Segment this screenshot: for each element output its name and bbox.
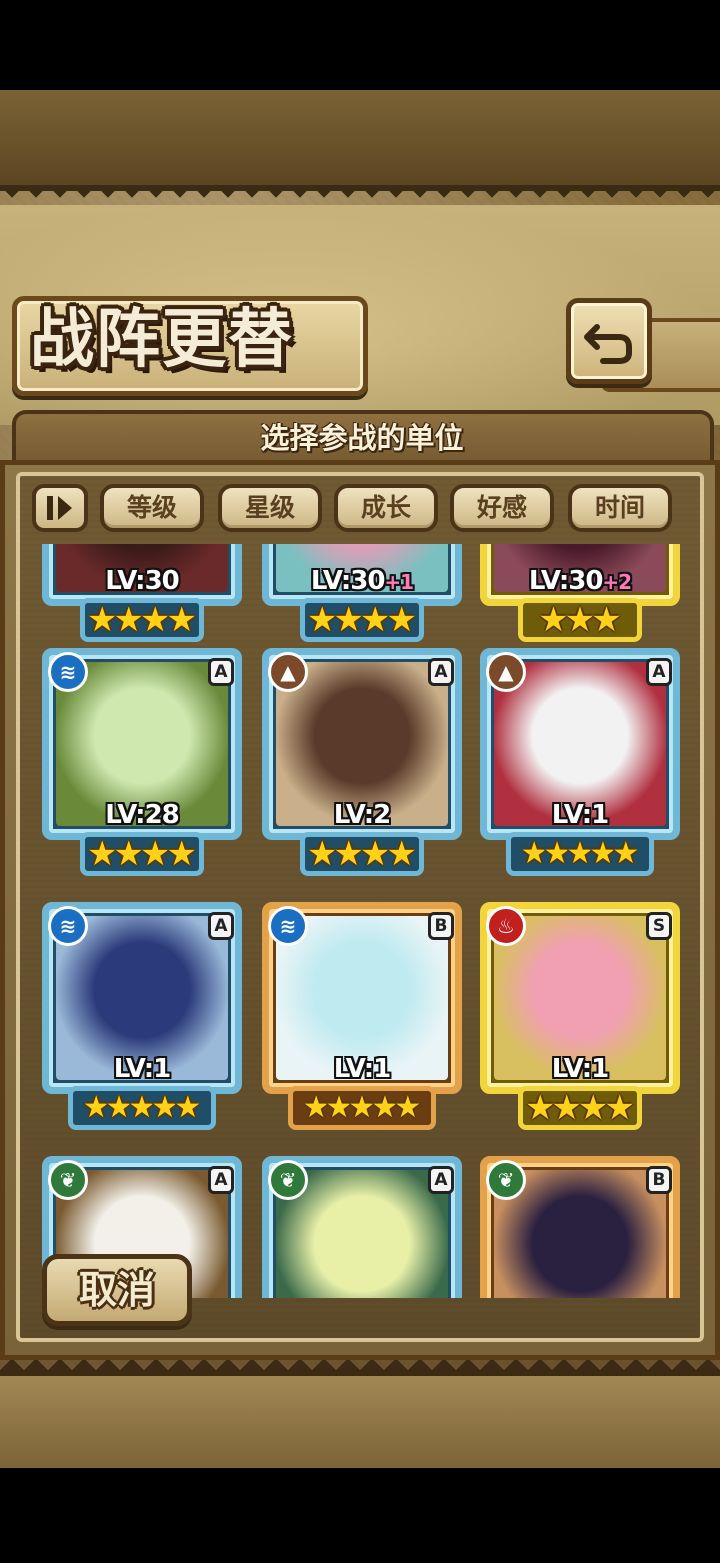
status-bar <box>0 0 720 90</box>
navigation-bar <box>0 1468 720 1563</box>
top-band <box>0 90 720 191</box>
star-rating: ★ ★ ★ ★ <box>518 1086 642 1130</box>
sort-button-growth[interactable]: 成长 <box>334 484 438 532</box>
rank-badge: B <box>428 912 454 940</box>
unit-card[interactable]: ❦ B <box>480 1156 680 1298</box>
star-icon: ★ <box>174 1090 202 1125</box>
sort-button-stars[interactable]: 星级 <box>218 484 322 532</box>
star-icon: ★ <box>386 600 417 640</box>
unit-level-bonus: +1 <box>384 570 414 594</box>
unit-level-text: LV:1 <box>551 1054 609 1084</box>
unit-level: LV:30 <box>42 566 242 596</box>
water-wave-icon: ≋ <box>48 906 88 946</box>
unit-card[interactable]: ❦ A <box>262 1156 462 1298</box>
sort-order-icon <box>47 496 72 520</box>
unit-card[interactable]: LV:30 ★ ★ ★ ★ <box>42 544 242 648</box>
sort-button-time[interactable]: 时间 <box>568 484 672 532</box>
rank-badge: A <box>208 658 234 686</box>
unit-card[interactable]: ♨ S LV:1 ★ ★ ★ ★ <box>480 902 680 1136</box>
subtitle: 选择参战的单位 <box>260 421 464 455</box>
unit-level: LV:1 <box>480 1054 680 1084</box>
unit-level-text: LV:1 <box>333 1054 391 1084</box>
star-icon: ★ <box>612 836 640 871</box>
unit-level: LV:30+2 <box>480 566 680 597</box>
star-icon: ★ <box>386 834 417 874</box>
star-icon: ★ <box>166 600 197 640</box>
sort-button-affection[interactable]: 好感 <box>450 484 554 532</box>
flame-icon: ♨ <box>486 906 526 946</box>
unit-level: LV:2 <box>262 800 462 830</box>
star-icon: ★ <box>591 600 622 640</box>
water-wave-icon: ≋ <box>48 652 88 692</box>
sort-button-level[interactable]: 等级 <box>100 484 204 532</box>
back-button[interactable] <box>566 298 652 384</box>
sort-order-toggle[interactable] <box>32 484 88 532</box>
rank-badge: A <box>428 1166 454 1194</box>
star-rating: ★ ★ ★ <box>518 598 642 642</box>
cancel-button[interactable]: 取消 <box>42 1254 192 1326</box>
rank-badge: A <box>646 658 672 686</box>
star-rating: ★ ★ ★ ★ <box>300 832 424 876</box>
bottom-band <box>0 1370 720 1474</box>
rank-badge: A <box>208 912 234 940</box>
unit-card[interactable]: ≋ B LV:1 ★ ★ ★ ★ ★ <box>262 902 462 1136</box>
unit-level-text: LV:1 <box>551 800 609 830</box>
unit-level-text: LV:28 <box>105 800 180 830</box>
star-rating: ★ ★ ★ ★ ★ <box>288 1086 436 1130</box>
star-rating: ★ ★ ★ ★ <box>300 598 424 642</box>
rank-badge: A <box>428 658 454 686</box>
water-wave-icon: ≋ <box>268 906 308 946</box>
star-icon: ★ <box>394 1090 422 1125</box>
unit-level: LV:28 <box>42 800 242 830</box>
page-title: 战阵更替 <box>30 302 294 377</box>
star-icon: ★ <box>604 1088 635 1128</box>
mountain-icon: ▲ <box>268 652 308 692</box>
unit-level: LV:1 <box>262 1054 462 1084</box>
unit-level: LV:1 <box>42 1054 242 1084</box>
unit-card[interactable]: ≋ A LV:1 ★ ★ ★ ★ ★ <box>42 902 242 1136</box>
unit-level-text: LV:30 <box>528 566 604 596</box>
star-rating: ★ ★ ★ ★ ★ <box>68 1086 216 1130</box>
star-icon: ★ <box>166 834 197 874</box>
mountain-icon: ▲ <box>486 652 526 692</box>
unit-level-text: LV:1 <box>113 1054 171 1084</box>
unit-level-text: LV:30 <box>105 566 180 596</box>
rank-badge: S <box>646 912 672 940</box>
unit-card[interactable]: ▲ A LV:2 ★ ★ ★ ★ <box>262 648 462 882</box>
star-rating: ★ ★ ★ ★ ★ <box>506 832 654 876</box>
rank-badge: A <box>208 1166 234 1194</box>
unit-card[interactable]: ▲ A LV:1 ★ ★ ★ ★ ★ <box>480 648 680 882</box>
leaf-icon: ❦ <box>268 1160 308 1200</box>
return-arrow-icon <box>584 324 632 364</box>
unit-level: LV:1 <box>480 800 680 830</box>
star-rating: ★ ★ ★ ★ <box>80 832 204 876</box>
unit-card[interactable]: ≋ A LV:28 ★ ★ ★ ★ <box>42 648 242 882</box>
unit-level-bonus: +2 <box>602 570 632 594</box>
unit-level-text: LV:2 <box>333 800 391 830</box>
star-rating: ★ ★ ★ ★ <box>80 598 204 642</box>
unit-card[interactable]: LV:30+2 ★ ★ ★ <box>480 544 680 648</box>
leaf-icon: ❦ <box>48 1160 88 1200</box>
unit-level-text: LV:30 <box>310 566 386 596</box>
zigzag-divider-top <box>0 186 720 210</box>
leaf-icon: ❦ <box>486 1160 526 1200</box>
unit-level: LV:30+1 <box>262 566 462 597</box>
unit-grid[interactable]: LV:30 ★ ★ ★ ★ LV:30+1 ★ ★ ★ ★ LV:30+2 ★ ★ ★ ≋ A LV:28 ★ ★ ★… <box>30 544 690 1298</box>
unit-card[interactable]: LV:30+1 ★ ★ ★ ★ <box>262 544 462 648</box>
rank-badge: B <box>646 1166 672 1194</box>
